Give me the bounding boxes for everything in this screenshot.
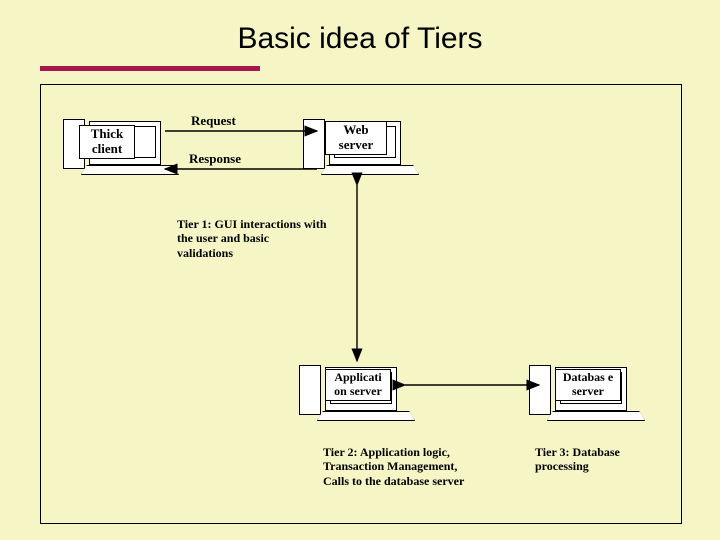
app-server-box: Applicati on server (325, 369, 391, 401)
db-server-box: Databas e server (555, 369, 621, 401)
tier3-caption: Tier 3: Database processing (535, 445, 665, 474)
tier1-caption: Tier 1: GUI interactions with the user a… (177, 217, 327, 260)
request-label: Request (191, 113, 236, 129)
title-underline (40, 66, 260, 71)
web-server-box: Web server (325, 121, 387, 155)
slide-title: Basic idea of Tiers (0, 22, 720, 56)
response-label: Response (189, 151, 241, 167)
thick-client-box: Thick client (79, 125, 135, 159)
diagram-panel: Thick client Web server Applicati on ser… (40, 84, 682, 524)
tier2-caption: Tier 2: Application logic, Transaction M… (323, 445, 483, 488)
